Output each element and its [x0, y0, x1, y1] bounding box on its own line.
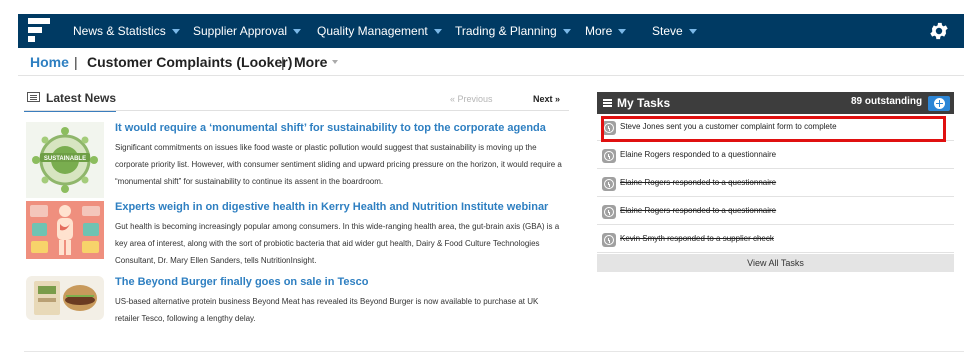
tab-latest-news[interactable]: Latest News — [24, 86, 117, 112]
breadcrumb-more-label: More — [294, 54, 328, 70]
next-button[interactable]: Next » — [533, 94, 560, 104]
task-text: Kevin Smyth responded to a supplier chec… — [620, 234, 774, 243]
task-text: Elaine Rogers responded to a questionnai… — [620, 178, 777, 187]
newspaper-icon — [27, 92, 40, 102]
task-item-completed[interactable]: Elaine Rogers responded to a questionnai… — [597, 198, 954, 225]
nav-quality-management[interactable]: Quality Management — [317, 14, 442, 48]
nav-trading-planning[interactable]: Trading & Planning — [455, 14, 571, 48]
nav-user-menu[interactable]: Steve — [652, 14, 697, 48]
divider — [24, 110, 569, 111]
highlight-box — [601, 116, 946, 142]
article-summary: Gut health is becoming increasingly popu… — [115, 222, 560, 265]
add-task-button[interactable] — [928, 96, 950, 111]
task-text: Elaine Rogers responded to a questionnai… — [620, 150, 777, 159]
divider — [24, 351, 964, 352]
nav-news-statistics-label: News & Statistics — [73, 24, 166, 38]
nav-quality-management-label: Quality Management — [317, 24, 428, 38]
outstanding-count: 89 outstanding — [851, 96, 923, 107]
chevron-down-icon — [688, 29, 697, 34]
breadcrumb-more-menu[interactable]: More — [294, 54, 339, 70]
thumbnail-text: SUSTAINABLE — [44, 156, 86, 162]
task-item[interactable]: Elaine Rogers responded to a questionnai… — [597, 142, 954, 169]
nav-user-label: Steve — [652, 24, 683, 38]
article-title-link[interactable]: It would require a ‘monumental shift’ fo… — [115, 122, 546, 134]
plus-icon — [934, 98, 945, 109]
article-title-link[interactable]: The Beyond Burger finally goes on sale i… — [115, 276, 368, 288]
chevron-down-icon — [433, 29, 442, 34]
beyond-burger-thumbnail[interactable] — [26, 276, 104, 320]
latest-news-panel: Latest News « Previous Next » SUSTAINABL… — [24, 86, 569, 352]
clock-icon — [602, 205, 616, 219]
digestive-health-thumbnail[interactable] — [26, 201, 104, 259]
chevron-down-icon — [332, 60, 339, 64]
clock-icon — [602, 149, 616, 163]
tab-latest-news-label: Latest News — [46, 91, 117, 105]
article-title-link[interactable]: Experts weigh in on digestive health in … — [115, 201, 548, 213]
chevron-down-icon — [618, 29, 627, 34]
article-summary: US-based alternative protein business Be… — [115, 297, 539, 323]
top-navigation-bar: News & Statistics Supplier Approval Qual… — [18, 14, 964, 48]
view-all-tasks-button[interactable]: View All Tasks — [597, 254, 954, 272]
breadcrumb-separator: | — [281, 54, 285, 70]
task-item-completed[interactable]: Kevin Smyth responded to a supplier chec… — [597, 226, 954, 253]
breadcrumb-home-link[interactable]: Home — [30, 54, 69, 70]
tasks-title: My Tasks — [617, 96, 671, 110]
chevron-down-icon — [171, 29, 180, 34]
chevron-down-icon — [293, 29, 302, 34]
task-text: Elaine Rogers responded to a questionnai… — [620, 206, 777, 215]
task-item-completed[interactable]: Elaine Rogers responded to a questionnai… — [597, 170, 954, 197]
nav-trading-planning-label: Trading & Planning — [455, 24, 557, 38]
sustainability-thumbnail[interactable]: SUSTAINABLE — [26, 122, 104, 198]
nav-more[interactable]: More — [585, 14, 627, 48]
app-logo-icon[interactable] — [28, 18, 50, 42]
list-icon — [603, 99, 612, 107]
nav-supplier-approval[interactable]: Supplier Approval — [193, 14, 302, 48]
gear-icon[interactable] — [928, 20, 950, 42]
breadcrumb-separator: | — [74, 54, 78, 70]
previous-button[interactable]: « Previous — [450, 94, 493, 104]
article-summary: Significant commitments on issues like f… — [115, 143, 562, 186]
chevron-down-icon — [562, 29, 571, 34]
nav-news-statistics[interactable]: News & Statistics — [73, 14, 180, 48]
nav-more-label: More — [585, 24, 613, 38]
nav-supplier-approval-label: Supplier Approval — [193, 24, 288, 38]
clock-icon — [602, 177, 616, 191]
page-title: Customer Complaints (Looker) — [87, 54, 293, 70]
breadcrumb: Home | Customer Complaints (Looker) | Mo… — [18, 48, 964, 76]
clock-icon — [602, 233, 616, 247]
tasks-header: My Tasks 89 outstanding — [597, 92, 954, 114]
